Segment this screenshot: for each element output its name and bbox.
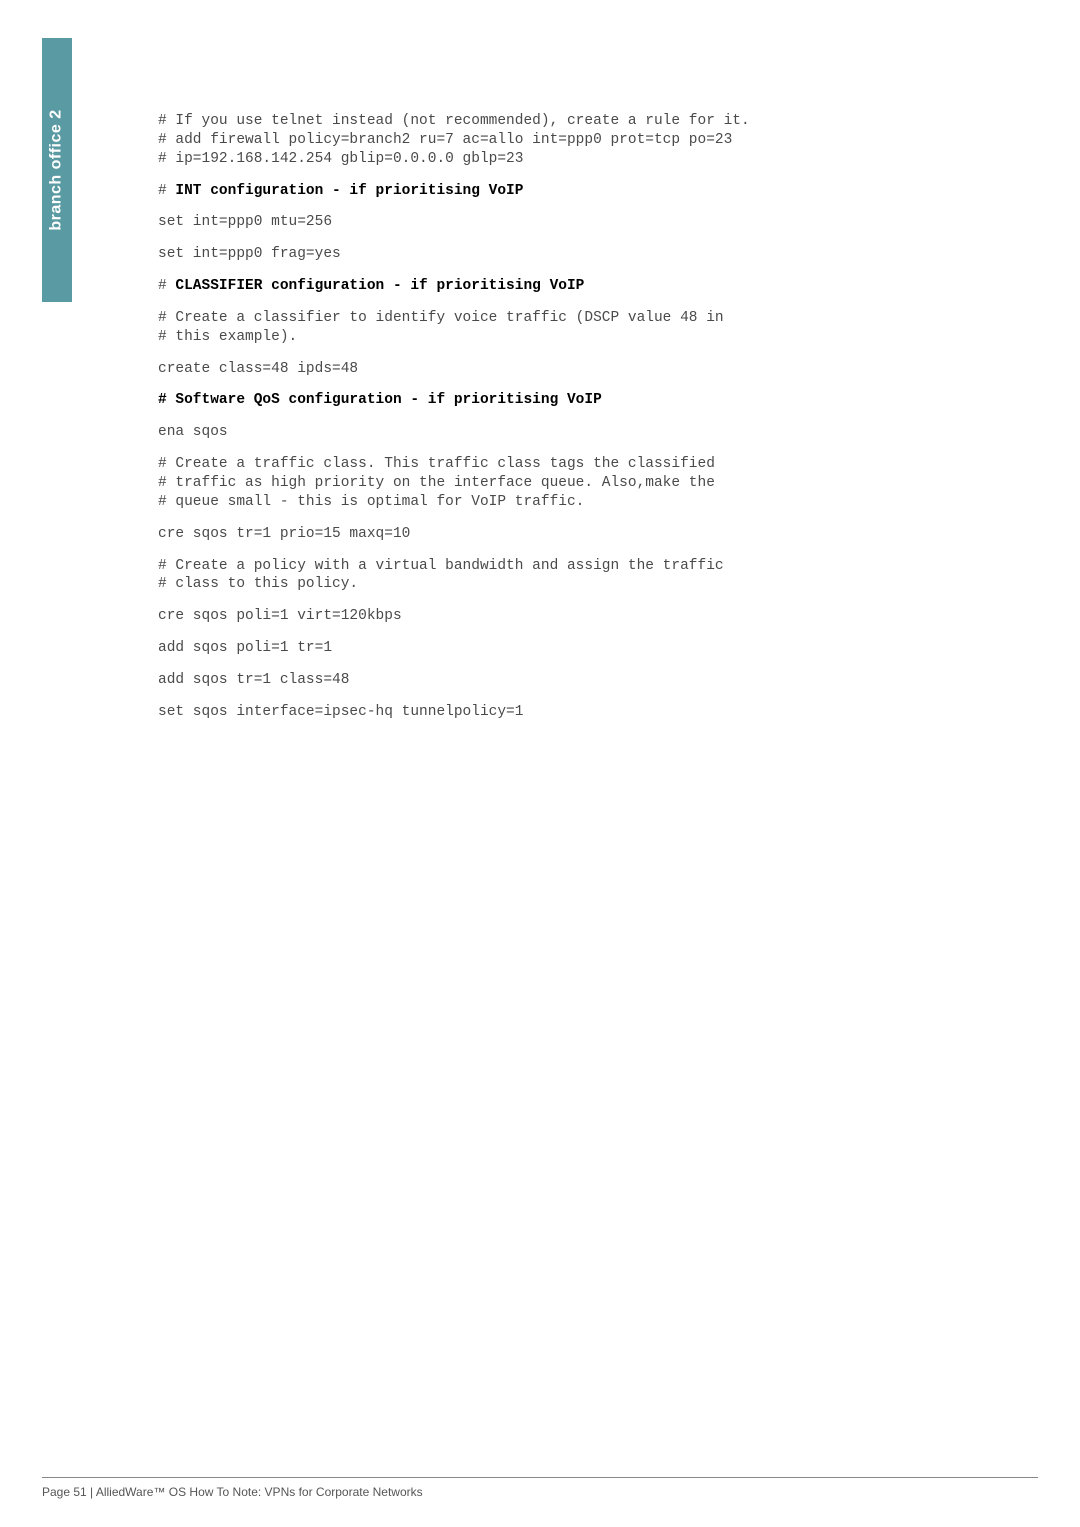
code-line: # Create a policy with a virtual bandwid…: [158, 557, 1028, 595]
code-line: # If you use telnet instead (not recomme…: [158, 112, 1028, 169]
code-line: # CLASSIFIER configuration - if prioriti…: [158, 277, 1028, 296]
code-heading: INT configuration - if prioritising VoIP: [175, 183, 523, 199]
code-line: # Software QoS configuration - if priori…: [158, 391, 1028, 410]
code-line: set int=ppp0 mtu=256: [158, 213, 1028, 232]
code-line: set int=ppp0 frag=yes: [158, 245, 1028, 264]
code-line: # Create a classifier to identify voice …: [158, 309, 1028, 347]
sidebar-tab: branch office 2: [42, 38, 72, 302]
code-content: # If you use telnet instead (not recomme…: [158, 112, 1028, 735]
code-line: create class=48 ipds=48: [158, 360, 1028, 379]
code-line: cre sqos tr=1 prio=15 maxq=10: [158, 525, 1028, 544]
code-line: cre sqos poli=1 virt=120kbps: [158, 607, 1028, 626]
code-heading: # Software QoS configuration - if priori…: [158, 392, 602, 408]
code-line: add sqos poli=1 tr=1: [158, 639, 1028, 658]
footer-text: Page 51 | AlliedWare™ OS How To Note: VP…: [42, 1485, 423, 1499]
code-line: # Create a traffic class. This traffic c…: [158, 455, 1028, 512]
code-line: ena sqos: [158, 423, 1028, 442]
code-line: add sqos tr=1 class=48: [158, 671, 1028, 690]
code-heading: CLASSIFIER configuration - if prioritisi…: [175, 278, 584, 294]
code-line: set sqos interface=ipsec-hq tunnelpolicy…: [158, 703, 1028, 722]
footer-divider: [42, 1477, 1038, 1478]
code-line: # INT configuration - if prioritising Vo…: [158, 182, 1028, 201]
sidebar-label: branch office 2: [48, 109, 66, 230]
